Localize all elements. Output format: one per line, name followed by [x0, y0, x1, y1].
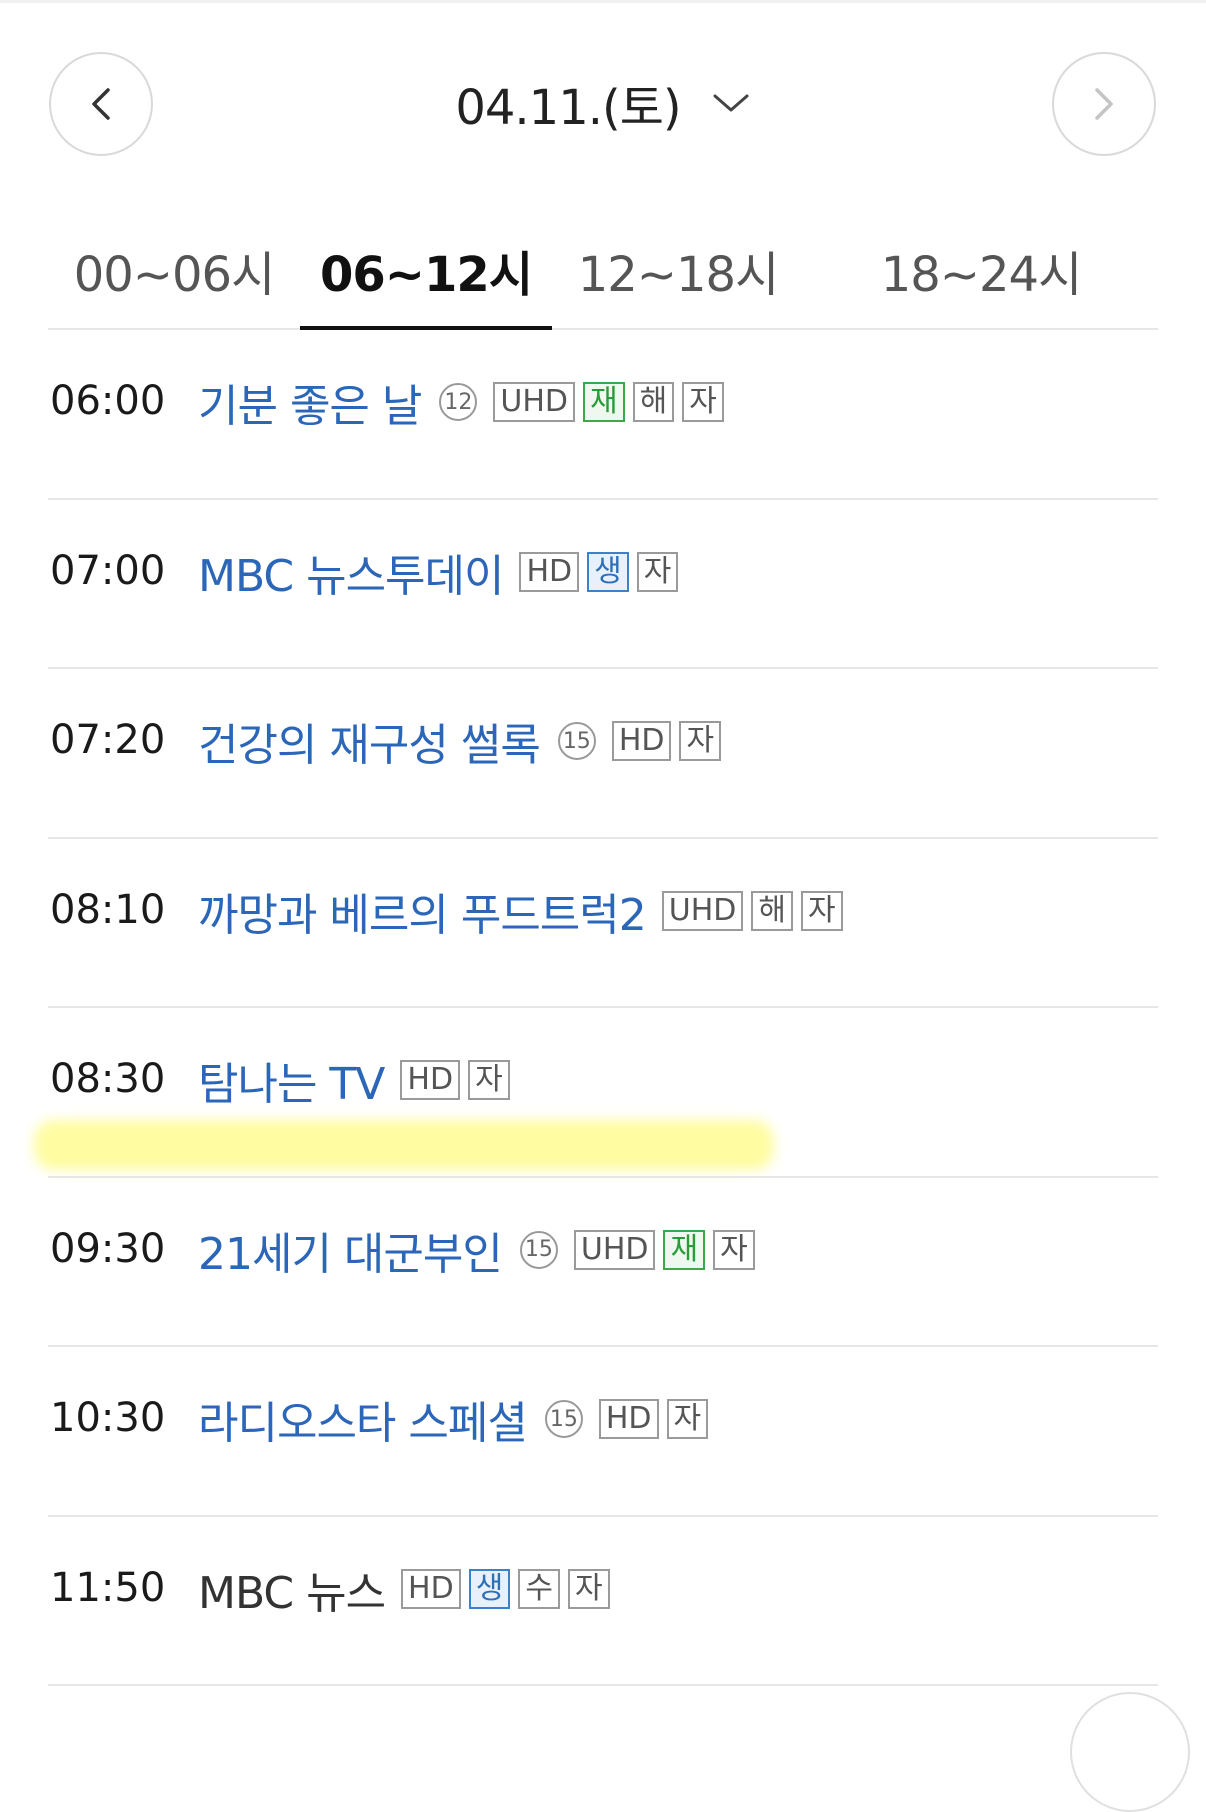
sign-language-badge: 수: [518, 1568, 560, 1609]
chevron-right-icon: [1095, 88, 1113, 120]
hd-badge: HD: [401, 1568, 461, 1609]
uhd-badge: UHD: [661, 890, 744, 931]
commentary-badge: 해: [632, 382, 675, 422]
program-info: 21세기 대군부인 15 UHD 재 자: [198, 1218, 755, 1282]
program-time: 07:00: [50, 547, 166, 594]
program-time: 08:30: [50, 1056, 166, 1102]
program-info: 까망과 베르의 푸드트럭2 UHD 해 자: [198, 879, 843, 943]
age-rating-badge: 15: [557, 722, 596, 760]
subtitle-badge: 자: [567, 1568, 610, 1609]
hd-badge: HD: [519, 551, 580, 592]
schedule-row: 07:00 MBC 뉴스투데이 HD 생 자: [48, 500, 1158, 669]
schedule-row: 09:30 21세기 대군부인 15 UHD 재 자: [48, 1178, 1158, 1347]
program-title[interactable]: 라디오스타 스페셜: [198, 1387, 528, 1451]
schedule-row: 10:30 라디오스타 스페셜 15 HD 자: [48, 1347, 1158, 1517]
schedule-row: 08:30 탐나는 TV HD 자: [48, 1008, 1158, 1178]
uhd-badge: UHD: [573, 1229, 656, 1270]
program-info: MBC 뉴스투데이 HD 생 자: [198, 540, 679, 604]
time-range-tabs: 00~06시 06~12시 12~18시 18~24시: [48, 210, 1158, 330]
subtitle-badge: 자: [666, 1399, 709, 1439]
program-title[interactable]: MBC 뉴스: [198, 1557, 386, 1621]
program-info: 기분 좋은 날 12 UHD 재 해 자: [198, 370, 724, 434]
program-title[interactable]: 21세기 대군부인: [198, 1218, 503, 1282]
program-time: 07:20: [50, 717, 166, 763]
uhd-badge: UHD: [493, 382, 575, 422]
subtitle-badge: 자: [682, 382, 724, 422]
live-badge: 생: [468, 1568, 511, 1609]
next-day-button[interactable]: [1052, 52, 1156, 156]
subtitle-badge: 자: [713, 1229, 755, 1270]
schedule-row: 08:10 까망과 베르의 푸드트럭2 UHD 해 자: [48, 839, 1158, 1008]
current-date: 04.11.(토): [455, 80, 681, 136]
date-selector[interactable]: 04.11.(토): [0, 68, 1206, 138]
age-rating-badge: 15: [544, 1400, 583, 1438]
rerun-badge: 재: [583, 382, 625, 422]
tab-06-12[interactable]: 06~12시: [300, 210, 552, 330]
program-info: 탐나는 TV HD 자: [198, 1048, 510, 1112]
rerun-badge: 재: [663, 1229, 706, 1270]
subtitle-badge: 자: [468, 1060, 510, 1100]
program-title[interactable]: 까망과 베르의 푸드트럭2: [198, 879, 647, 943]
program-title[interactable]: 건강의 재구성 썰록: [198, 709, 541, 773]
subtitle-badge: 자: [801, 890, 843, 931]
subtitle-badge: 자: [636, 551, 679, 592]
program-title[interactable]: 기분 좋은 날: [198, 370, 422, 434]
schedule-list: 06:00 기분 좋은 날 12 UHD 재 해 자 07:00 MBC 뉴스투…: [48, 330, 1158, 1686]
chevron-down-icon: [713, 94, 749, 112]
tab-00-06[interactable]: 00~06시: [48, 210, 300, 330]
subtitle-badge: 자: [679, 721, 722, 761]
age-rating-badge: 12: [439, 383, 478, 421]
tab-18-24[interactable]: 18~24시: [804, 210, 1158, 330]
program-title[interactable]: MBC 뉴스투데이: [198, 540, 504, 604]
hd-badge: HD: [611, 721, 672, 761]
schedule-row: 11:50 MBC 뉴스 HD 생 수 자: [48, 1517, 1158, 1686]
program-info: 라디오스타 스페셜 15 HD 자: [198, 1387, 709, 1451]
program-info: MBC 뉴스 HD 생 수 자: [198, 1557, 610, 1621]
program-time: 06:00: [50, 378, 166, 424]
commentary-badge: 해: [751, 890, 794, 931]
tab-12-18[interactable]: 12~18시: [552, 210, 804, 330]
schedule-row: 07:20 건강의 재구성 썰록 15 HD 자: [48, 669, 1158, 839]
program-time: 09:30: [50, 1225, 166, 1272]
schedule-row: 06:00 기분 좋은 날 12 UHD 재 해 자: [48, 330, 1158, 500]
date-header: 04.11.(토): [0, 0, 1206, 200]
hd-badge: HD: [400, 1060, 461, 1100]
live-badge: 생: [587, 551, 629, 592]
program-time: 10:30: [50, 1395, 166, 1441]
program-title[interactable]: 탐나는 TV: [198, 1048, 385, 1112]
program-time: 11:50: [50, 1564, 166, 1611]
scroll-top-button[interactable]: [1070, 1692, 1190, 1812]
program-info: 건강의 재구성 썰록 15 HD 자: [198, 709, 722, 773]
age-rating-badge: 15: [519, 1230, 558, 1269]
program-time: 08:10: [50, 886, 166, 933]
hd-badge: HD: [598, 1399, 659, 1439]
